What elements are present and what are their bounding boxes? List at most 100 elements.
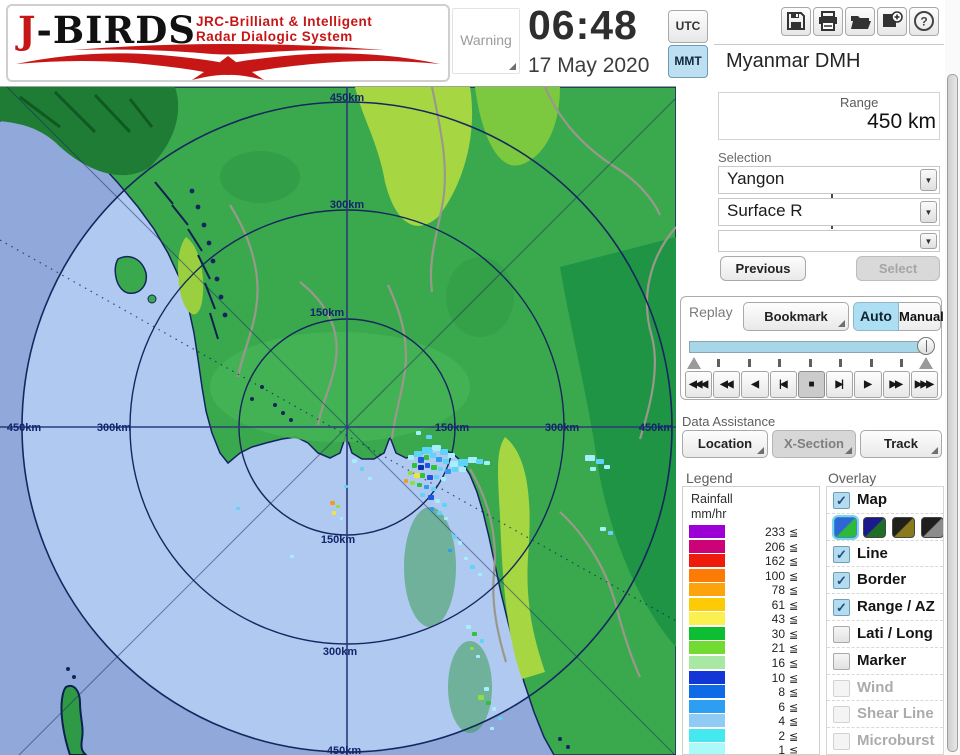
print-button[interactable]	[813, 7, 843, 36]
corner-resize-icon	[509, 63, 516, 70]
replay-slider[interactable]	[689, 341, 927, 353]
play-reverse-button[interactable]: ◀	[741, 371, 768, 398]
overlay-item-lati-long: Lati / Long	[827, 621, 943, 648]
selection-dropdown-3[interactable]: ▼	[718, 230, 940, 252]
eagle-icon	[12, 42, 444, 82]
select-button[interactable]: Select	[856, 256, 940, 281]
warning-button[interactable]: Warning	[452, 8, 520, 74]
chevron-down-icon[interactable]: ▼	[920, 169, 937, 191]
map-style-dark-olive[interactable]	[892, 517, 915, 538]
checkbox[interactable]	[833, 626, 850, 643]
legend-swatch	[689, 525, 725, 538]
utc-button[interactable]: UTC	[668, 10, 708, 43]
playback-controls: ◀◀◀◀◀◀|◀■▶|▶▶▶▶▶▶	[685, 371, 939, 398]
step-back-button[interactable]: |◀	[770, 371, 797, 398]
svg-text:450km: 450km	[327, 745, 361, 755]
station-title: Myanmar DMH	[726, 50, 860, 73]
checkbox[interactable]: ✓	[833, 492, 850, 509]
mmt-button[interactable]: MMT	[668, 45, 708, 78]
clock-date: 17 May 2020	[528, 54, 688, 78]
checkbox[interactable]: ✓	[833, 572, 850, 589]
open-button[interactable]	[845, 7, 875, 36]
svg-text:300km: 300km	[545, 422, 579, 434]
replay-slider-handle[interactable]	[917, 337, 935, 355]
print-icon	[817, 19, 839, 36]
help-icon: ?	[913, 19, 935, 36]
legend-value: 43	[729, 612, 785, 626]
legend-swatch	[689, 540, 725, 553]
clock-time: 06:48	[528, 2, 678, 49]
legend-value: 21	[729, 641, 785, 655]
legend-swatch	[689, 627, 725, 640]
app-logo: J-BIRDS JRC-Brilliant & Intelligent Rada…	[6, 4, 450, 82]
overlay-label: Overlay	[828, 470, 876, 486]
rewind-button[interactable]: ◀◀	[713, 371, 740, 398]
checkbox[interactable]	[833, 653, 850, 670]
previous-button[interactable]: Previous	[720, 256, 806, 281]
location-button[interactable]: Location	[682, 430, 768, 458]
stop-button[interactable]: ■	[798, 371, 825, 398]
x-section-button[interactable]: X-Section	[772, 430, 856, 458]
auto-button[interactable]: Auto	[853, 302, 899, 331]
checkbox[interactable]: ✓	[833, 546, 850, 563]
map-style-dark-gray[interactable]	[921, 517, 944, 538]
play-button[interactable]: ▶	[854, 371, 881, 398]
legend-value: 6	[729, 700, 785, 714]
radar-map[interactable]: 450km300km150km450km300km150km300km450km…	[0, 86, 676, 755]
legend-value: 10	[729, 671, 785, 685]
checkbox[interactable]: ✓	[833, 599, 850, 616]
help-button[interactable]: ?	[909, 7, 939, 36]
map-style-selector	[827, 514, 943, 541]
svg-text:150km: 150km	[435, 422, 469, 434]
save-icon	[785, 19, 807, 36]
selection-dropdown-1[interactable]: Yangon▼	[718, 166, 940, 194]
slider-start-marker[interactable]	[687, 357, 701, 369]
svg-text:450km: 450km	[639, 422, 673, 434]
save-button[interactable]	[781, 7, 811, 36]
slider-end-marker[interactable]	[919, 357, 933, 369]
legend-panel: Rainfall mm/hr 233≦206≦162≦100≦78≦61≦43≦…	[682, 486, 820, 755]
legend-swatch	[689, 685, 725, 698]
legend-swatch	[689, 583, 725, 596]
legend-value: 8	[729, 685, 785, 699]
header: J-BIRDS JRC-Brilliant & Intelligent Rada…	[0, 0, 960, 86]
chevron-down-icon[interactable]: ▼	[920, 201, 937, 223]
legend-value: 30	[729, 627, 785, 641]
selection-dropdown-2[interactable]: Surface R▼	[718, 198, 940, 226]
map-style-navy-darkgreen[interactable]	[863, 517, 886, 538]
fast-forward-button[interactable]: ▶▶	[883, 371, 910, 398]
legend-value: 16	[729, 656, 785, 670]
map-style-blue-green[interactable]	[834, 517, 857, 538]
overlay-item-marker: Marker	[827, 648, 943, 675]
legend-value: 4	[729, 714, 785, 728]
chevron-down-icon[interactable]: ▼	[920, 233, 937, 249]
legend-label: Legend	[686, 470, 733, 486]
step-forward-button[interactable]: ▶|	[826, 371, 853, 398]
legend-value: 100	[729, 569, 785, 583]
legend-value: 233	[729, 525, 785, 539]
legend-unit-line1: Rainfall	[691, 492, 733, 506]
fast-rewind-button[interactable]: ◀◀◀	[685, 371, 712, 398]
replay-label: Replay	[689, 304, 733, 320]
legend-swatch	[689, 700, 725, 713]
range-label: Range	[840, 95, 878, 110]
overlay-item-border: ✓Border	[827, 567, 943, 594]
capture-button[interactable]	[877, 7, 907, 36]
svg-text:?: ?	[920, 15, 927, 29]
track-button[interactable]: Track	[860, 430, 942, 458]
checkbox	[833, 680, 850, 697]
window-edge-bar[interactable]	[947, 74, 958, 752]
legend-swatch	[689, 714, 725, 727]
corner-menu-icon	[838, 320, 845, 327]
legend-swatch	[689, 743, 725, 755]
legend-swatch	[689, 671, 725, 684]
legend-swatch	[689, 612, 725, 625]
open-icon	[849, 19, 871, 36]
selection-label: Selection	[718, 150, 771, 165]
checkbox	[833, 706, 850, 723]
manual-button[interactable]: Manual	[899, 302, 941, 331]
legend-unit-line2: mm/hr	[691, 507, 726, 521]
legend-swatch	[689, 554, 725, 567]
skip-forward-button[interactable]: ▶▶▶	[911, 371, 938, 398]
bookmark-button[interactable]: Bookmark	[743, 302, 849, 331]
